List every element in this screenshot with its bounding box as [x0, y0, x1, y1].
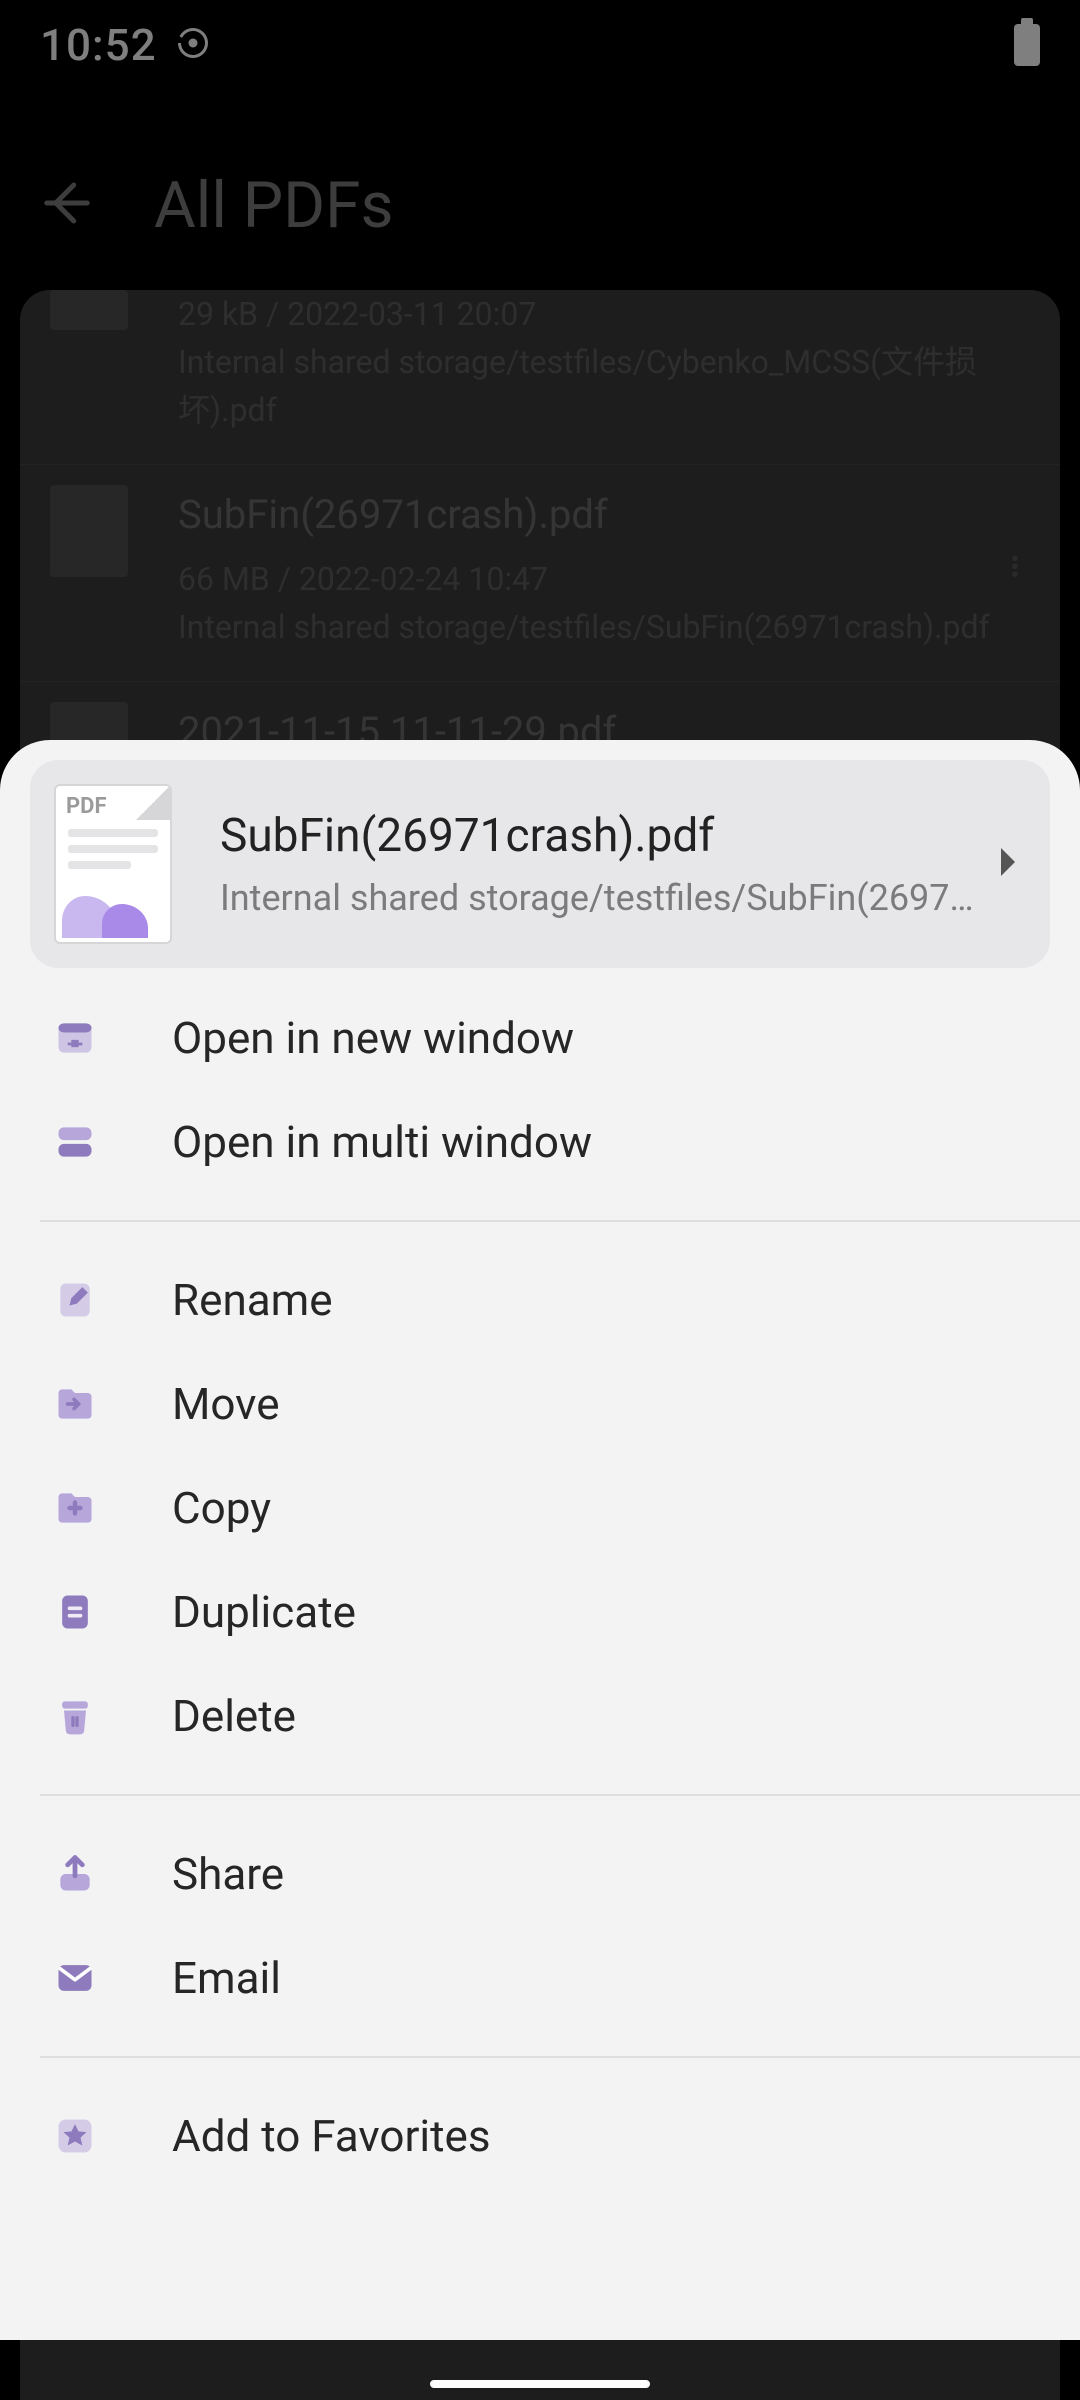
menu-label: Open in multi window: [172, 1116, 592, 1168]
mail-icon: [50, 1953, 100, 2003]
menu-label: Move: [172, 1378, 280, 1430]
menu-share[interactable]: Share: [0, 1822, 1080, 1926]
menu-email[interactable]: Email: [0, 1926, 1080, 2030]
menu-label: Copy: [172, 1482, 271, 1534]
menu-rename[interactable]: Rename: [0, 1248, 1080, 1352]
menu-label: Rename: [172, 1274, 333, 1326]
menu-favorite[interactable]: Add to Favorites: [0, 2084, 1080, 2188]
menu-open-multi-window[interactable]: Open in multi window: [0, 1090, 1080, 1194]
menu-move[interactable]: Move: [0, 1352, 1080, 1456]
file-dup-icon: [50, 1587, 100, 1637]
share-icon: [50, 1849, 100, 1899]
menu-copy[interactable]: Copy: [0, 1456, 1080, 1560]
folder-plus-icon: [50, 1483, 100, 1533]
sheet-file-header[interactable]: PDF SubFin(26971crash).pdf Internal shar…: [30, 760, 1050, 968]
star-icon: [50, 2111, 100, 2161]
divider: [40, 1794, 1080, 1796]
menu-label: Share: [172, 1848, 284, 1900]
menu-label: Duplicate: [172, 1586, 356, 1638]
divider: [40, 1220, 1080, 1222]
sheet-file-name: SubFin(26971crash).pdf: [220, 809, 984, 863]
menu-label: Add to Favorites: [172, 2110, 491, 2162]
pdf-thumb-icon: PDF: [54, 784, 172, 944]
trash-icon: [50, 1691, 100, 1741]
menu-open-new-window[interactable]: Open in new window: [0, 986, 1080, 1090]
menu-duplicate[interactable]: Duplicate: [0, 1560, 1080, 1664]
folder-arrow-icon: [50, 1379, 100, 1429]
divider: [40, 2056, 1080, 2058]
pencil-icon: [50, 1275, 100, 1325]
menu-label: Open in new window: [172, 1012, 574, 1064]
sheet-file-path: Internal shared storage/testfiles/SubFin…: [220, 877, 984, 919]
window-multi-icon: [50, 1117, 100, 1167]
home-indicator[interactable]: [430, 2380, 650, 2388]
chevron-right-icon: [996, 848, 1020, 880]
action-menu: Open in new window Open in multi window …: [0, 968, 1080, 2188]
action-sheet: PDF SubFin(26971crash).pdf Internal shar…: [0, 740, 1080, 2340]
menu-label: Email: [172, 1952, 281, 2004]
menu-delete[interactable]: Delete: [0, 1664, 1080, 1768]
menu-label: Delete: [172, 1690, 296, 1742]
window-new-icon: [50, 1013, 100, 1063]
